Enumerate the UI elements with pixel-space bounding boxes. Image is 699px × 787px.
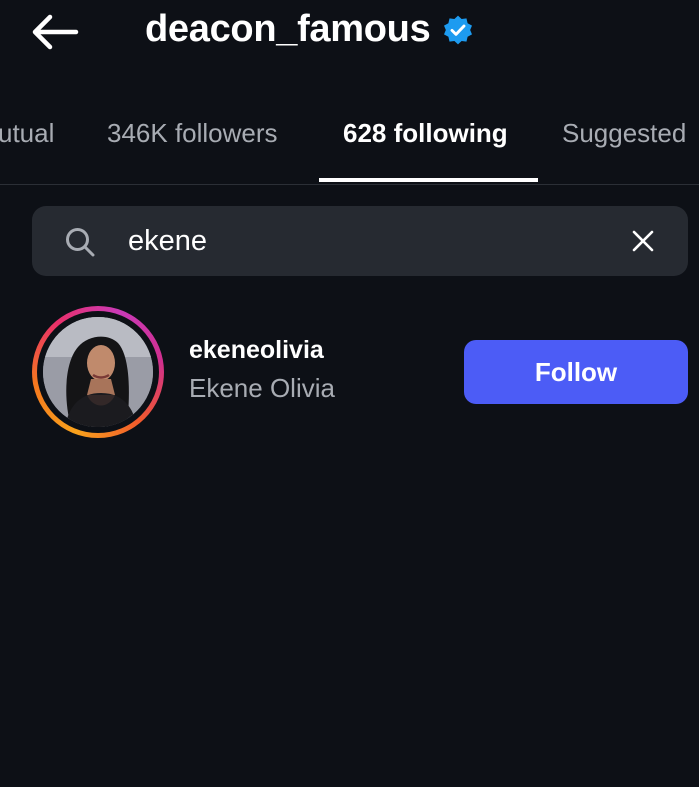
result-username[interactable]: ekeneolivia xyxy=(189,336,324,365)
search-input[interactable] xyxy=(128,218,608,264)
tab-bar: utual 346K followers 628 following Sugge… xyxy=(0,100,699,185)
tab-following[interactable]: 628 following xyxy=(343,118,508,149)
verified-badge-icon xyxy=(444,15,472,45)
story-ring xyxy=(32,306,164,438)
active-tab-indicator xyxy=(319,178,538,182)
header: deacon_famous xyxy=(0,0,699,70)
clear-icon[interactable] xyxy=(630,228,656,254)
avatar[interactable] xyxy=(43,317,153,427)
search-bar xyxy=(32,206,688,276)
follow-button[interactable]: Follow xyxy=(464,340,688,404)
search-icon xyxy=(66,228,95,257)
tab-suggested[interactable]: Suggested xyxy=(562,118,686,149)
back-arrow-icon xyxy=(32,14,79,50)
result-full-name: Ekene Olivia xyxy=(189,373,335,403)
following-screen: deacon_famous utual 346K followers 628 f… xyxy=(0,0,699,787)
list-item[interactable]: ekeneolivia Ekene Olivia Follow xyxy=(0,300,699,440)
tab-mutual[interactable]: utual xyxy=(0,118,54,149)
back-button[interactable] xyxy=(30,12,82,52)
avatar-image xyxy=(43,317,153,427)
page-title[interactable]: deacon_famous xyxy=(145,8,431,51)
tab-followers[interactable]: 346K followers xyxy=(107,118,278,149)
